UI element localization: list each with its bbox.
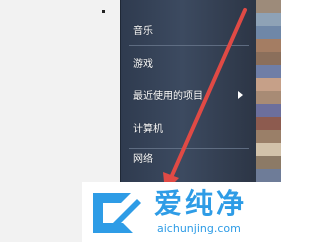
logo-text: 爱纯净 <box>154 187 248 220</box>
watermark-logo: 爱纯净 aichunjing.com <box>82 182 281 242</box>
logo-mark-icon <box>93 193 141 233</box>
logo-url: aichunjing.com <box>157 222 241 235</box>
